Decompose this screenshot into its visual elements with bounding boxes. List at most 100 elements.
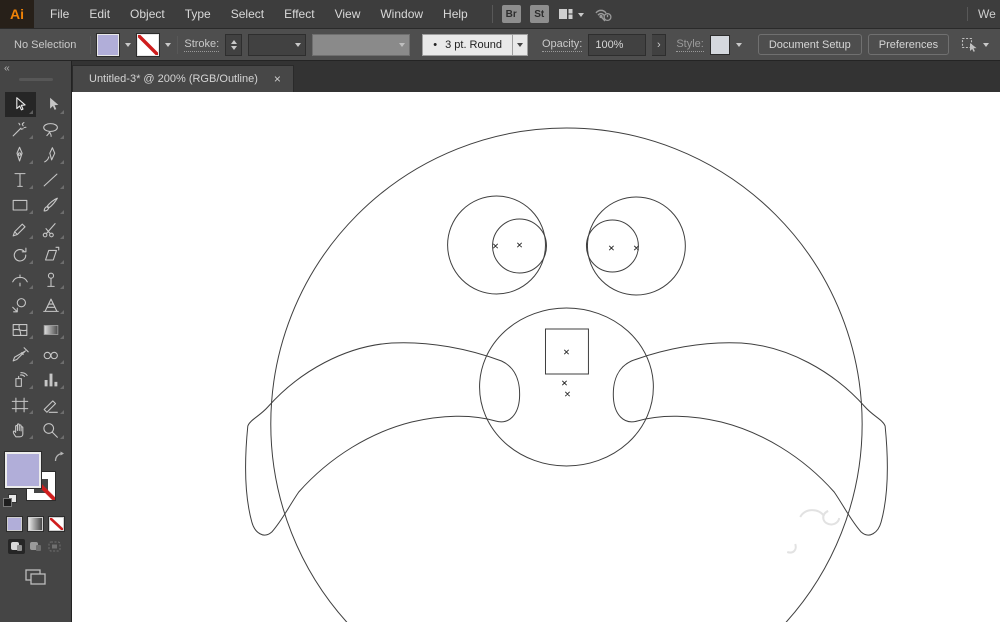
bridge-button[interactable]: Br — [502, 5, 521, 23]
control-bar: No Selection Stroke: • 3 pt. Round Opaci… — [0, 29, 1000, 61]
artwork-left-eye-inner[interactable] — [493, 219, 547, 273]
artboard-tool[interactable] — [5, 392, 36, 417]
draw-inside-button[interactable] — [46, 539, 63, 554]
type-tool[interactable] — [5, 167, 36, 192]
rectangle-tool[interactable] — [5, 192, 36, 217]
column-graph-tool[interactable] — [36, 367, 67, 392]
swap-fill-stroke-icon[interactable] — [53, 451, 66, 463]
illustrator-logo-icon[interactable]: Ai — [0, 0, 34, 28]
document-tab-bar: ‹‹ Untitled-3* @ 200% (RGB/Outline) × — [0, 61, 1000, 92]
pen-tool[interactable] — [5, 142, 36, 167]
selection-options-button[interactable] — [961, 37, 989, 53]
chevron-down-icon — [295, 43, 301, 50]
chevron-down-icon — [399, 43, 405, 50]
menu-bar: Ai FileEditObjectTypeSelectEffectViewWin… — [0, 0, 1000, 29]
blend-tool[interactable] — [36, 342, 67, 367]
zoom-tool[interactable] — [36, 417, 67, 442]
magic-wand-tool[interactable] — [5, 117, 36, 142]
menu-view[interactable]: View — [325, 1, 371, 27]
preferences-button[interactable]: Preferences — [868, 34, 949, 55]
drawing-mode-buttons — [0, 539, 71, 554]
style-label[interactable]: Style: — [676, 38, 704, 52]
default-fill-stroke-icon[interactable] — [3, 494, 16, 506]
stroke-weight-label[interactable]: Stroke: — [184, 38, 219, 52]
menu-file[interactable]: File — [40, 1, 79, 27]
menu-edit[interactable]: Edit — [79, 1, 120, 27]
stroke-color-swatch[interactable] — [137, 34, 159, 56]
fill-color-swatch[interactable] — [97, 34, 119, 56]
chevron-down-icon — [983, 43, 989, 50]
chevron-down-icon[interactable] — [125, 43, 131, 50]
artwork-right-eye-outer[interactable] — [587, 197, 685, 295]
stepper-down-icon[interactable] — [231, 46, 237, 53]
line-segment-tool[interactable] — [36, 167, 67, 192]
arrange-documents-button[interactable] — [558, 8, 584, 20]
draw-behind-button[interactable] — [27, 539, 44, 554]
divider — [90, 36, 91, 54]
change-screen-mode-button[interactable] — [24, 568, 48, 586]
slice-tool[interactable] — [36, 392, 67, 417]
menu-select[interactable]: Select — [221, 1, 274, 27]
menu-help[interactable]: Help — [433, 1, 478, 27]
selection-tool[interactable] — [5, 92, 36, 117]
cs-live-button[interactable] — [593, 6, 613, 22]
lasso-tool[interactable] — [36, 117, 67, 142]
brush-definition-dropdown[interactable] — [513, 34, 528, 56]
pencil-tool[interactable] — [5, 217, 36, 242]
gradient-tool[interactable] — [36, 317, 67, 342]
menu-object[interactable]: Object — [120, 1, 175, 27]
draw-normal-button[interactable] — [8, 539, 25, 554]
puppet-warp-tool[interactable] — [36, 267, 67, 292]
document-tab[interactable]: Untitled-3* @ 200% (RGB/Outline) × — [72, 65, 294, 92]
eyedropper-tool[interactable] — [5, 342, 36, 367]
symbol-sprayer-tool[interactable] — [5, 367, 36, 392]
collapse-panel-icon[interactable]: ‹‹ — [0, 61, 71, 75]
canvas-area[interactable] — [72, 92, 1000, 622]
fill-swatch[interactable] — [5, 452, 41, 488]
paintbrush-tool[interactable] — [36, 192, 67, 217]
menu-window[interactable]: Window — [370, 1, 433, 27]
gradient-button[interactable] — [27, 516, 44, 532]
stepper-up-icon[interactable] — [231, 37, 237, 44]
direct-selection-tool[interactable] — [36, 92, 67, 117]
opacity-menu-arrow[interactable]: › — [652, 34, 666, 56]
width-tool[interactable] — [5, 267, 36, 292]
mesh-tool[interactable] — [5, 317, 36, 342]
artwork-right-eye-inner[interactable] — [586, 220, 638, 272]
variable-width-dropdown[interactable] — [312, 34, 410, 56]
scale-tool[interactable] — [36, 242, 67, 267]
scissors-tool[interactable] — [36, 217, 67, 242]
chevron-down-icon[interactable] — [165, 43, 171, 50]
illustrator-window: Ai FileEditObjectTypeSelectEffectViewWin… — [0, 0, 1000, 622]
menu-type[interactable]: Type — [175, 1, 221, 27]
panel-grip[interactable] — [19, 78, 53, 81]
stroke-weight-stepper[interactable] — [225, 34, 242, 56]
color-button[interactable] — [6, 516, 23, 532]
shape-builder-tool[interactable] — [5, 292, 36, 317]
window-title-fragment: We — [967, 7, 1000, 21]
chevron-down-icon[interactable] — [736, 43, 742, 50]
artwork-head-circle[interactable] — [271, 128, 862, 622]
style-swatch[interactable] — [710, 35, 730, 55]
close-tab-icon[interactable]: × — [274, 72, 281, 86]
curvature-tool[interactable] — [36, 142, 67, 167]
brush-definition-button[interactable]: • 3 pt. Round — [422, 34, 513, 56]
none-button[interactable] — [48, 516, 65, 532]
tools-panel-header: ‹‹ — [0, 61, 72, 92]
stock-button[interactable]: St — [530, 5, 549, 23]
divider — [177, 36, 178, 54]
artwork-right-arm[interactable] — [613, 343, 887, 535]
document-setup-button[interactable]: Document Setup — [758, 34, 862, 55]
stroke-weight-dropdown[interactable] — [248, 34, 306, 56]
opacity-field[interactable]: 100% — [588, 34, 646, 56]
divider — [492, 5, 493, 23]
opacity-label[interactable]: Opacity: — [542, 38, 582, 52]
perspective-grid-tool[interactable] — [36, 292, 67, 317]
artwork-left-arm[interactable] — [246, 343, 520, 535]
brush-bullet: • — [433, 39, 437, 51]
artwork-muzzle-circle[interactable] — [480, 308, 654, 466]
hand-tool[interactable] — [5, 417, 36, 442]
rotate-tool[interactable] — [5, 242, 36, 267]
menu-effect[interactable]: Effect — [274, 1, 324, 27]
tools-panel — [0, 92, 72, 622]
